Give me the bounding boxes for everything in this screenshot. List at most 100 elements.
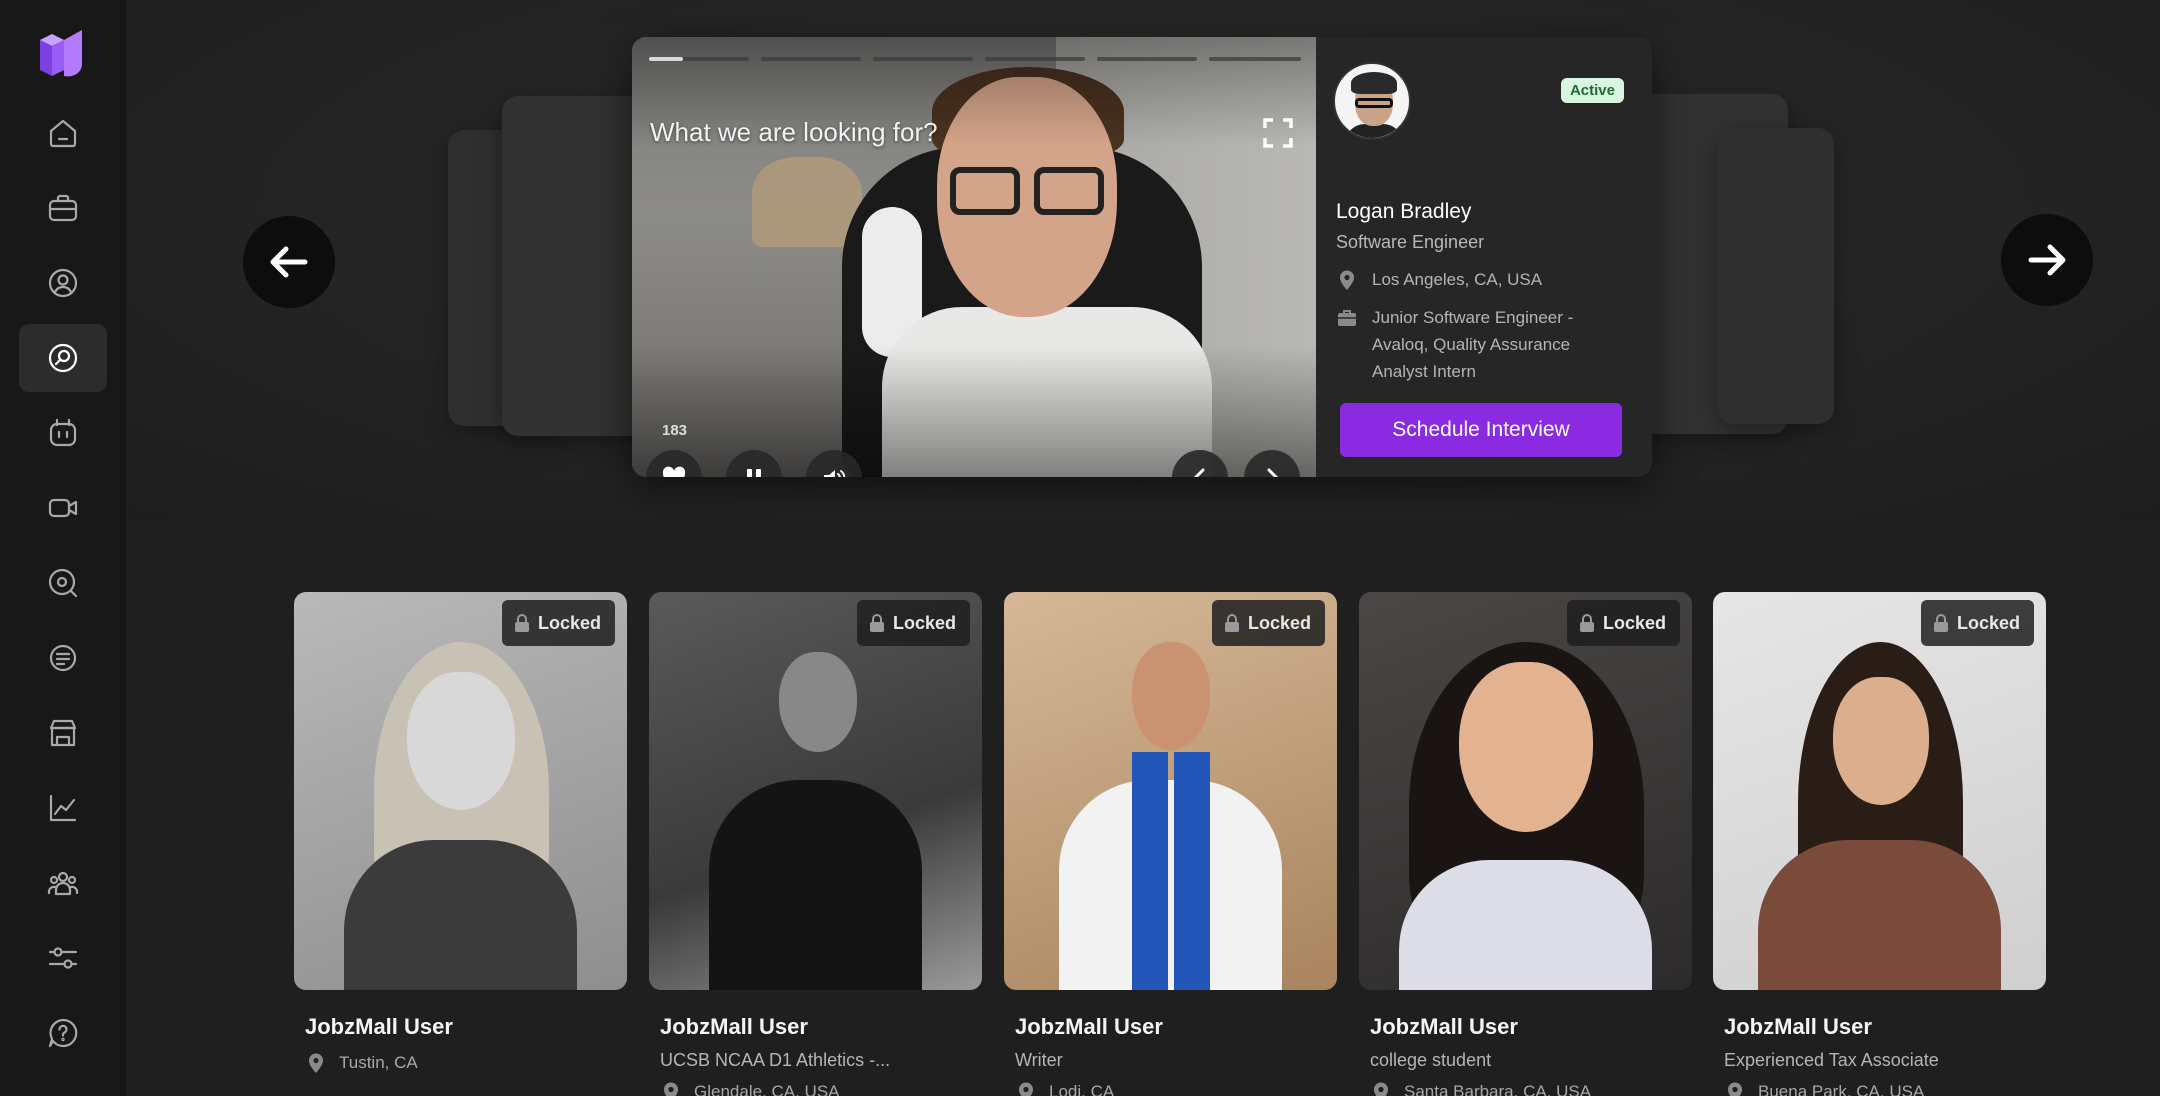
sidebar-item-discover[interactable] [19,324,107,392]
candidate-name: JobzMall User [660,1014,808,1039]
sidebar-item-team[interactable] [19,849,107,917]
lock-icon [1579,614,1594,632]
fullscreen-button[interactable] [1262,117,1294,149]
locked-badge: Locked [501,600,615,646]
settings-sliders-icon [48,947,78,969]
progress-segment [649,57,749,61]
candidate-photo: Locked [1004,592,1337,990]
candidate-name: JobzMall User [305,1014,453,1039]
candidate-info-panel: Active Logan Bradley Software Engineer L… [1316,37,1652,477]
candidate-location: Santa Barbara, CA, USA [1370,1081,1692,1096]
arrow-right-icon [2028,244,2066,276]
sidebar-item-documents[interactable] [19,624,107,692]
search-icon [48,343,78,373]
candidate-location: Buena Park, CA, USA [1724,1081,2046,1096]
location-pin-icon [1728,1082,1742,1096]
sidebar-item-settings[interactable] [19,924,107,992]
video-icon [48,498,78,518]
app-logo-icon[interactable] [36,26,86,82]
video-player[interactable]: What we are looking for? 183 [632,37,1316,477]
sidebar-item-store[interactable] [19,699,107,767]
sidebar-item-calendar[interactable] [19,399,107,467]
locked-badge: Locked [856,600,970,646]
candidate-card[interactable]: Locked JobzMall User college student San… [1359,592,1692,1096]
candidate-card[interactable]: Locked JobzMall User Tustin, CA [294,592,627,1074]
sidebar-item-home[interactable] [19,99,107,167]
location-pin-icon [664,1082,678,1096]
document-icon [49,644,77,672]
progress-segment [761,57,861,61]
candidate-subtitle: UCSB NCAA D1 Athletics -... [660,1050,891,1070]
candidate-card[interactable]: Locked JobzMall User Experienced Tax Ass… [1713,592,2046,1096]
store-icon [49,719,77,747]
candidate-name: JobzMall User [1724,1014,1872,1039]
candidate-card[interactable]: Locked JobzMall User Writer Lodi, CA [1004,592,1337,1096]
candidate-subtitle: college student [1370,1050,1492,1070]
heart-icon [662,466,686,477]
candidate-name[interactable]: Logan Bradley [1336,200,1471,224]
schedule-interview-button[interactable]: Schedule Interview [1340,403,1622,457]
pause-icon [747,469,761,477]
progress-segment [985,57,1085,61]
featured-candidate-card: What we are looking for? 183 Active Loga… [632,37,1652,477]
candidate-card[interactable]: Locked JobzMall User UCSB NCAA D1 Athlet… [649,592,982,1096]
candidate-location: Lodi, CA [1015,1081,1337,1096]
sidebar-item-jobs[interactable] [19,174,107,242]
briefcase-icon [1338,310,1356,326]
candidate-photo: Locked [649,592,982,990]
candidate-subtitle: Writer [1015,1050,1063,1070]
sidebar-item-help[interactable] [19,999,107,1067]
avatar[interactable] [1333,62,1411,140]
candidate-experience: Junior Software Engineer - Avaloq, Quali… [1336,304,1626,385]
location-text: Los Angeles, CA, USA [1372,270,1543,289]
candidate-location: Tustin, CA [305,1052,627,1074]
location-pin-icon [1340,270,1354,290]
experience-text: Junior Software Engineer - Avaloq, Quali… [1372,308,1574,381]
chevron-left-icon [1193,468,1205,477]
location-pin-icon [309,1053,323,1073]
like-count: 183 [662,422,688,439]
sidebar-item-insights[interactable] [19,549,107,617]
volume-icon [824,470,846,477]
candidate-subtitle: Experienced Tax Associate [1724,1050,1939,1070]
arrow-left-icon [270,246,308,278]
sidebar [0,0,128,1096]
sidebar-item-analytics[interactable] [19,774,107,842]
lock-icon [1224,614,1239,632]
locked-badge: Locked [1566,600,1680,646]
calendar-icon [49,418,77,447]
sidebar-item-video[interactable] [19,474,107,542]
progress-segment [1209,57,1301,61]
chevron-right-icon [1267,468,1279,477]
candidate-photo: Locked [1359,592,1692,990]
carousel-prev-button[interactable] [243,216,335,308]
candidate-name: JobzMall User [1370,1014,1518,1039]
chart-line-icon [49,794,77,822]
location-pin-icon [1374,1082,1388,1096]
candidate-location: Glendale, CA, USA [660,1081,982,1096]
carousel-ghost-card [1718,128,1834,424]
sidebar-item-profile[interactable] [19,249,107,317]
candidate-title: Software Engineer [1336,232,1485,252]
lock-icon [1933,614,1948,632]
candidate-photo: Locked [1713,592,2046,990]
home-icon [49,119,77,148]
fullscreen-icon [1263,118,1293,148]
carousel-next-button[interactable] [2001,214,2093,306]
progress-segment [873,57,973,61]
location-pin-icon [1019,1082,1033,1096]
candidate-location: Los Angeles, CA, USA [1336,266,1542,293]
status-badge: Active [1560,78,1624,103]
team-icon [47,871,79,896]
briefcase-icon [48,194,78,222]
search-analytics-icon [48,568,78,598]
locked-badge: Locked [1211,600,1325,646]
help-chat-icon [48,1018,78,1048]
candidate-photo: Locked [294,592,627,990]
user-circle-icon [48,268,78,298]
progress-segment [1097,57,1197,61]
lock-icon [869,614,884,632]
locked-badge: Locked [1920,600,2034,646]
lock-icon [514,614,529,632]
video-title: What we are looking for? [650,117,938,147]
